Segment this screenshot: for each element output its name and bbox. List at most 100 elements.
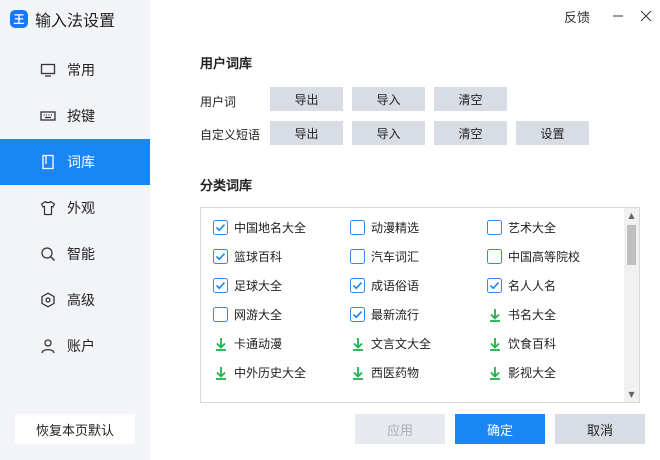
checkbox-unchecked[interactable] xyxy=(213,307,228,322)
checkbox-checked[interactable] xyxy=(213,278,228,293)
user-words-clear-button[interactable]: 清空 xyxy=(434,87,507,111)
category-item-label: 艺术大全 xyxy=(508,221,557,235)
app-logo-icon: 王 xyxy=(10,10,28,28)
download-icon[interactable] xyxy=(213,336,228,351)
window-controls: 反馈 xyxy=(564,0,660,32)
checkbox-unchecked[interactable] xyxy=(350,249,365,264)
checkbox-unchecked[interactable] xyxy=(350,220,365,235)
category-item-label: 中国高等院校 xyxy=(508,250,581,264)
category-item[interactable]: 中国高等院校 xyxy=(487,242,580,271)
category-item-label: 中国地名大全 xyxy=(234,221,307,235)
monitor-icon xyxy=(40,62,56,78)
sidebar-item-1[interactable]: 按键 xyxy=(0,93,150,139)
download-icon[interactable] xyxy=(350,336,365,351)
scroll-down-icon[interactable]: ▼ xyxy=(624,387,639,402)
category-item[interactable]: 中外历史大全 xyxy=(213,358,306,387)
user-words-export-button[interactable]: 导出 xyxy=(270,87,343,111)
category-item-label: 文言文大全 xyxy=(371,337,432,351)
download-icon[interactable] xyxy=(487,365,502,380)
category-item[interactable]: 影视大全 xyxy=(487,358,556,387)
sidebar-item-label: 常用 xyxy=(67,63,95,79)
book-icon xyxy=(40,154,56,170)
sidebar-item-label: 外观 xyxy=(67,201,95,217)
custom-phrases-import-button[interactable]: 导入 xyxy=(352,121,425,145)
category-item-label: 书名大全 xyxy=(508,308,557,322)
checkbox-checked[interactable] xyxy=(213,249,228,264)
close-button[interactable] xyxy=(632,0,660,32)
category-item-label: 影视大全 xyxy=(508,366,557,380)
search-icon xyxy=(40,246,56,262)
category-item-label: 篮球百科 xyxy=(234,250,283,264)
checkbox-checked[interactable] xyxy=(213,220,228,235)
sidebar-item-label: 账户 xyxy=(67,339,95,355)
app-title: 输入法设置 xyxy=(35,11,116,30)
cancel-button[interactable]: 取消 xyxy=(555,414,645,444)
category-item[interactable]: 成语俗语 xyxy=(350,271,419,300)
scroll-thumb[interactable] xyxy=(627,225,636,265)
category-item-label: 饮食百科 xyxy=(508,337,557,351)
download-icon[interactable] xyxy=(350,365,365,380)
category-item[interactable]: 动漫精选 xyxy=(350,213,419,242)
category-item[interactable]: 网游大全 xyxy=(213,300,282,329)
custom-phrases-settings-button[interactable]: 设置 xyxy=(516,121,589,145)
category-item-label: 中外历史大全 xyxy=(234,366,307,380)
minimize-icon xyxy=(613,15,623,17)
sidebar-item-label: 按键 xyxy=(67,109,95,125)
sidebar-item-label: 高级 xyxy=(67,293,95,309)
sidebar-item-6[interactable]: 账户 xyxy=(0,323,150,369)
download-icon[interactable] xyxy=(487,336,502,351)
list-scrollbar[interactable]: ▲ ▼ xyxy=(624,208,639,402)
sidebar-item-2[interactable]: 词库 xyxy=(0,139,150,185)
feedback-link[interactable]: 反馈 xyxy=(564,7,590,26)
category-dict-list: 中国地名大全 动漫精选 艺术大全篮球百科 汽车词汇 中国高等院校足球大全 成语俗语 名人人名… xyxy=(200,207,640,403)
checkbox-checked[interactable] xyxy=(350,307,365,322)
category-dict-title: 分类词库 xyxy=(200,179,253,194)
minimize-button[interactable] xyxy=(604,0,632,32)
user-words-import-button[interactable]: 导入 xyxy=(352,87,425,111)
user-dict-title: 用户词库 xyxy=(200,57,253,72)
reset-defaults-button[interactable]: 恢复本页默认 xyxy=(15,414,135,444)
sidebar-item-label: 词库 xyxy=(67,155,95,171)
category-item-label: 动漫精选 xyxy=(371,221,420,235)
category-item[interactable]: 中国地名大全 xyxy=(213,213,306,242)
custom-phrases-label: 自定义短语 xyxy=(200,128,261,142)
category-item-label: 汽车词汇 xyxy=(371,250,420,264)
category-item-label: 足球大全 xyxy=(234,279,283,293)
category-item[interactable]: 篮球百科 xyxy=(213,242,282,271)
hexagon-icon xyxy=(40,292,56,308)
custom-phrases-export-button[interactable]: 导出 xyxy=(270,121,343,145)
checkbox-checked[interactable] xyxy=(350,278,365,293)
checkbox-unchecked[interactable] xyxy=(487,249,502,264)
sidebar-item-0[interactable]: 常用 xyxy=(0,47,150,93)
category-item[interactable]: 书名大全 xyxy=(487,300,556,329)
checkbox-unchecked[interactable] xyxy=(487,220,502,235)
custom-phrases-clear-button[interactable]: 清空 xyxy=(434,121,507,145)
sidebar-item-4[interactable]: 智能 xyxy=(0,231,150,277)
ok-button[interactable]: 确定 xyxy=(455,414,545,444)
category-item-label: 最新流行 xyxy=(371,308,420,322)
category-item[interactable]: 卡通动漫 xyxy=(213,329,282,358)
category-item[interactable]: 足球大全 xyxy=(213,271,282,300)
sidebar-item-3[interactable]: 外观 xyxy=(0,185,150,231)
download-icon[interactable] xyxy=(213,365,228,380)
apply-button[interactable]: 应用 xyxy=(355,414,445,444)
download-icon[interactable] xyxy=(487,307,502,322)
sidebar-item-label: 智能 xyxy=(67,247,95,263)
category-item[interactable]: 最新流行 xyxy=(350,300,419,329)
category-item[interactable]: 饮食百科 xyxy=(487,329,556,358)
checkbox-checked[interactable] xyxy=(487,278,502,293)
user-icon xyxy=(40,338,56,354)
category-item-label: 名人人名 xyxy=(508,279,557,293)
category-item[interactable]: 艺术大全 xyxy=(487,213,556,242)
category-item[interactable]: 文言文大全 xyxy=(350,329,431,358)
category-item-label: 成语俗语 xyxy=(371,279,420,293)
keyboard-icon xyxy=(40,108,56,124)
app-header: 王 输入法设置 xyxy=(10,8,115,30)
category-item[interactable]: 汽车词汇 xyxy=(350,242,419,271)
category-item-label: 网游大全 xyxy=(234,308,283,322)
sidebar-item-5[interactable]: 高级 xyxy=(0,277,150,323)
scroll-up-icon[interactable]: ▲ xyxy=(624,208,639,223)
category-item-label: 西医药物 xyxy=(371,366,420,380)
category-item[interactable]: 西医药物 xyxy=(350,358,419,387)
category-item[interactable]: 名人人名 xyxy=(487,271,556,300)
